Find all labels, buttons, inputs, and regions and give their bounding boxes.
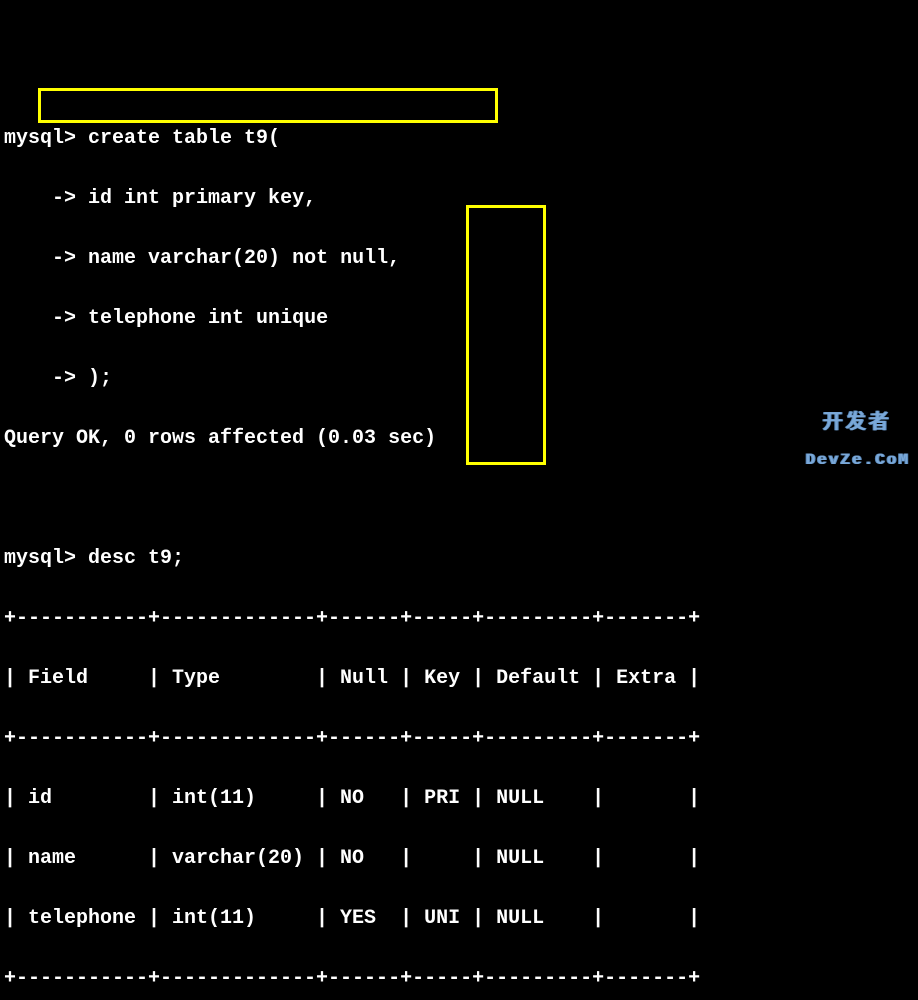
sql-create-line-0: mysql> create table t9(: [4, 124, 914, 154]
cont-prompt: ->: [4, 187, 76, 210]
table-row: | id | int(11) | NO | PRI | NULL | |: [4, 784, 914, 814]
table-border-mid: +-----------+-------------+------+-----+…: [4, 724, 914, 754]
sql-desc-line: mysql> desc t9;: [4, 544, 914, 574]
highlight-box-unique-constraint: [38, 88, 498, 123]
table-border-bot: +-----------+-------------+------+-----+…: [4, 964, 914, 994]
table-row: | telephone | int(11) | YES | UNI | NULL…: [4, 904, 914, 934]
sql-create-line-4: -> );: [4, 364, 914, 394]
table-border-top: +-----------+-------------+------+-----+…: [4, 604, 914, 634]
cont-prompt: ->: [4, 247, 76, 270]
table-row: | name | varchar(20) | NO | | NULL | |: [4, 844, 914, 874]
blank-line: [4, 484, 914, 514]
watermark-line1: 开发者: [823, 411, 892, 433]
sql-create-line-3: -> telephone int unique: [4, 304, 914, 334]
sql-create-line-2: -> name varchar(20) not null,: [4, 244, 914, 274]
cont-prompt: ->: [4, 367, 76, 390]
sql-create-line-1: -> id int primary key,: [4, 184, 914, 214]
watermark: 开发者 DevZe.CoM: [806, 392, 910, 488]
mysql-prompt: mysql>: [4, 127, 76, 150]
mysql-prompt: mysql>: [4, 547, 76, 570]
cont-prompt: ->: [4, 307, 76, 330]
watermark-line2: DevZe.CoM: [806, 452, 910, 468]
table-header-row: | Field | Type | Null | Key | Default | …: [4, 664, 914, 694]
query-ok-result: Query OK, 0 rows affected (0.03 sec): [4, 424, 914, 454]
